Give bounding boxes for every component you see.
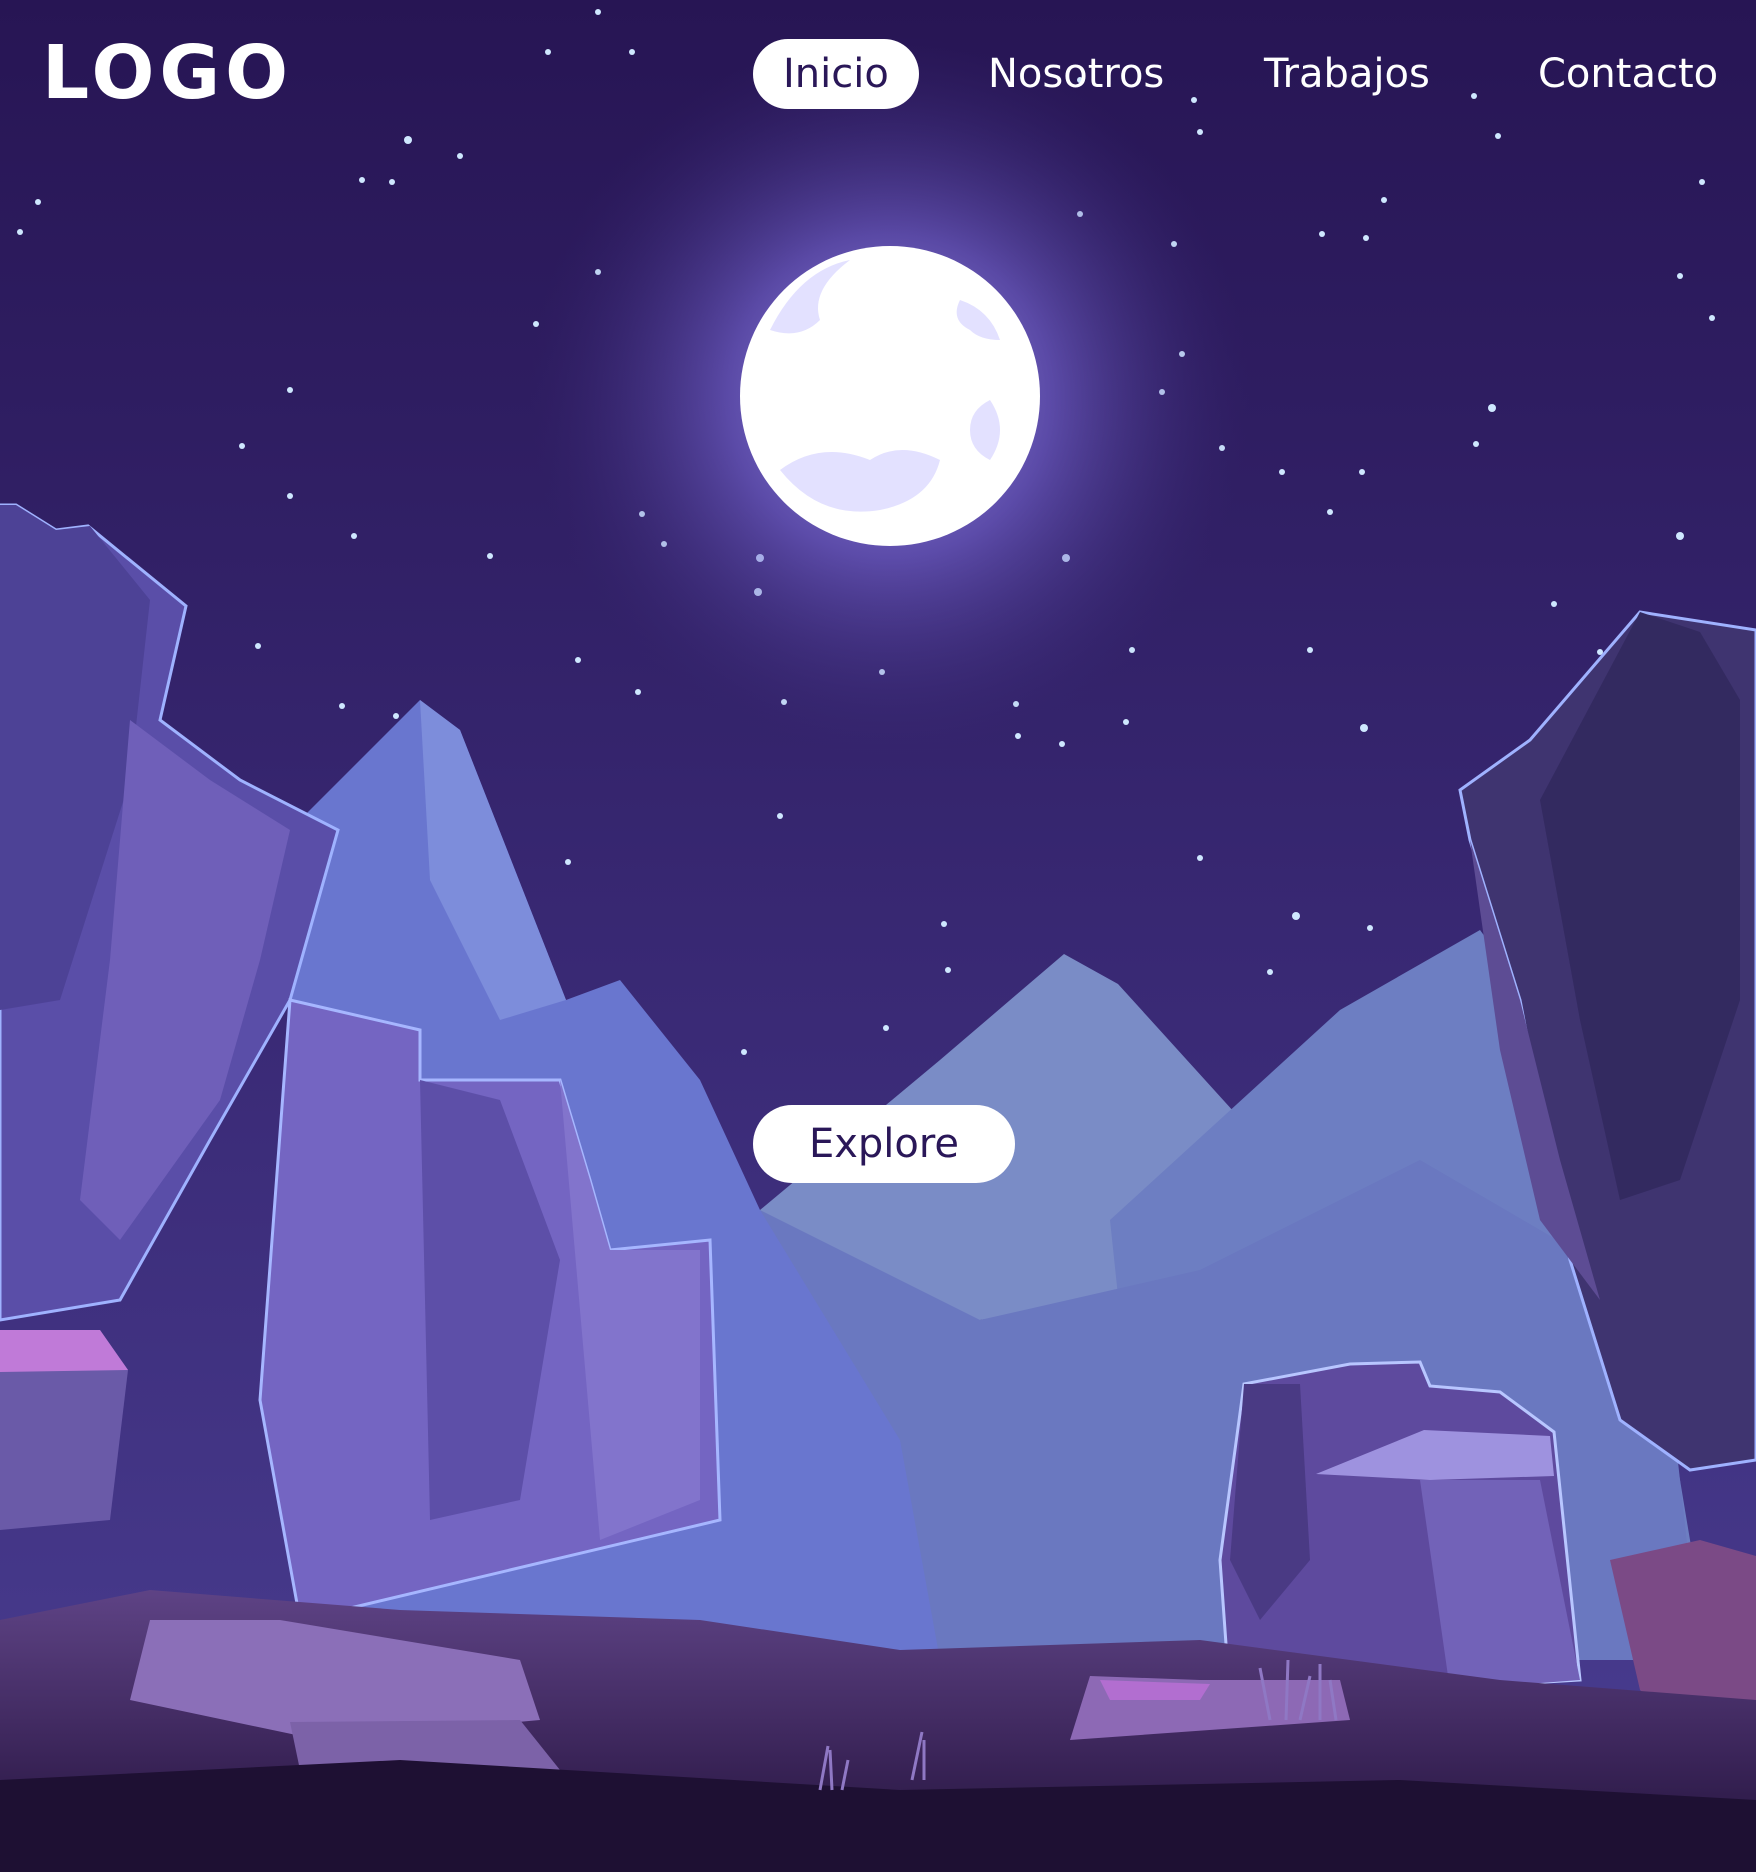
- explore-button[interactable]: Explore: [753, 1105, 1015, 1183]
- logo[interactable]: LOGO: [42, 28, 293, 118]
- hero-illustration: [0, 0, 1756, 1872]
- nav-item-contacto[interactable]: Contacto: [1538, 39, 1718, 109]
- nav-item-nosotros[interactable]: Nosotros: [988, 39, 1164, 109]
- nav-item-trabajos[interactable]: Trabajos: [1264, 39, 1430, 109]
- top-navigation: LOGO Inicio Nosotros Trabajos Contacto: [0, 0, 1756, 150]
- nav-item-inicio[interactable]: Inicio: [753, 39, 919, 109]
- landing-page: LOGO Inicio Nosotros Trabajos Contacto E…: [0, 0, 1756, 1872]
